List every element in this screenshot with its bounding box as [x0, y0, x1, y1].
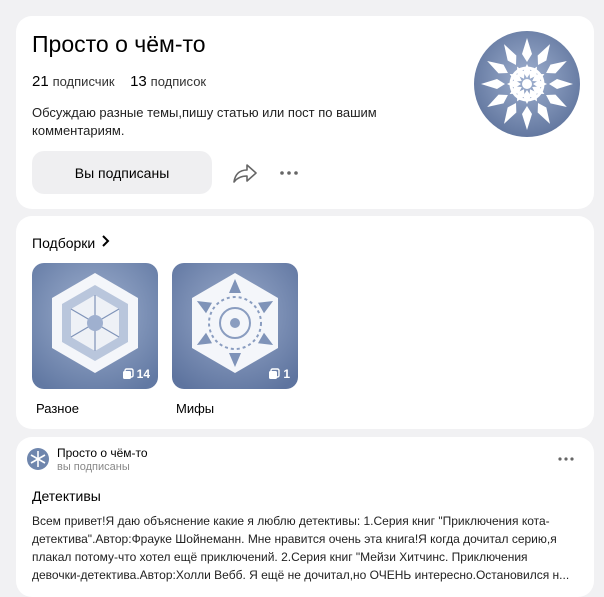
channel-avatar[interactable] [474, 31, 580, 137]
subscribers-label[interactable]: подписчик [53, 74, 115, 89]
collection-count-badge: 14 [122, 367, 150, 381]
collections-card: Подборки 14 Разное 1 Мифы [16, 216, 594, 429]
post-text[interactable]: Всем привет!Я даю объяснение какие я люб… [32, 512, 580, 584]
post-author-avatar[interactable] [27, 448, 49, 470]
post-text-line: девочки-детектива.Автор:Холли Вебб. Я ещ… [32, 568, 570, 582]
post-text-line: Всем привет!Я даю объяснение какие я люб… [32, 514, 550, 528]
channel-description: Обсуждаю разные темы,пишу статью или пос… [32, 105, 377, 138]
profile-card: Просто о чём-то 21 подписчик 13 подписок… [16, 16, 594, 209]
copy-icon [268, 368, 281, 380]
subscribers-count[interactable]: 21 [32, 73, 49, 90]
collections-title: Подборки [32, 234, 96, 251]
collection-count: 1 [283, 367, 290, 381]
collections-header[interactable]: Подборки [32, 234, 111, 251]
post-text-line: плакал потому-что хотел ещё приключений.… [32, 550, 528, 564]
subscriptions-label[interactable]: подписок [151, 74, 206, 89]
post-author-name[interactable]: Просто о чём-то [57, 446, 148, 460]
copy-icon [122, 368, 134, 380]
chevron-right-icon [101, 234, 111, 251]
post-title[interactable]: Детективы [32, 488, 101, 504]
post-author-status: вы подписаны [57, 461, 130, 473]
subscribed-button[interactable]: Вы подписаны [32, 151, 212, 194]
collection-name[interactable]: Мифы [176, 401, 214, 416]
collection-tile-mify[interactable]: 1 [172, 263, 298, 389]
share-icon[interactable] [232, 163, 258, 183]
channel-title: Просто о чём-то [32, 31, 206, 57]
collection-tile-raznoe[interactable]: 14 [32, 263, 158, 389]
more-options-icon[interactable] [278, 161, 300, 185]
subscriptions-count[interactable]: 13 [130, 73, 147, 90]
collection-count-badge: 1 [268, 367, 290, 381]
post-text-line: детектива".Автор:Фрауке Шойнеманн. Мне н… [32, 532, 557, 546]
channel-stats: 21 подписчик 13 подписок [32, 73, 206, 90]
post-card[interactable]: Просто о чём-то вы подписаны Детективы В… [16, 437, 594, 597]
post-more-options-icon[interactable] [556, 449, 576, 469]
collection-count: 14 [136, 367, 150, 381]
collection-name[interactable]: Разное [36, 401, 79, 416]
